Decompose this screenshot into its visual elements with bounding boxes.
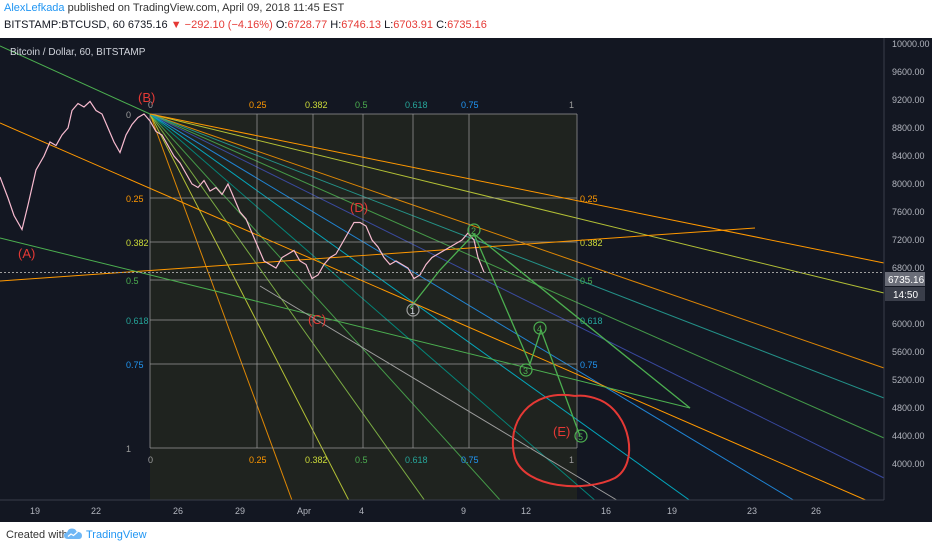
- time-tick-label: 19: [667, 506, 677, 516]
- tradingview-cloud-icon: [64, 528, 82, 539]
- symbol: BITSTAMP:BTCUSD, 60: [4, 19, 125, 31]
- gann-right-level: 0.75: [580, 360, 598, 370]
- gann-bottom-level: 0.382: [305, 455, 328, 465]
- price-tick-label: 8400.00: [892, 151, 925, 161]
- time-tick-label: 23: [747, 506, 757, 516]
- last-price: 6735.16: [127, 19, 168, 31]
- price-tick-label: 10000.00: [892, 39, 930, 49]
- tradingview-link[interactable]: TradingView: [86, 529, 147, 541]
- gann-left-level: 0.618: [126, 316, 149, 326]
- price-tick-label: 4800.00: [892, 403, 925, 413]
- chart-header: AlexLefkada published on TradingView.com…: [0, 0, 932, 38]
- price-tick-label: 5600.00: [892, 347, 925, 357]
- gann-left-level: 0.75: [126, 360, 144, 370]
- wave-label: 5: [578, 432, 583, 442]
- price-change: −292.10 (−4.16%): [184, 19, 273, 31]
- low-value: 6703.91: [393, 19, 434, 31]
- elliott-label: (B): [138, 90, 155, 105]
- gann-bottom-level: 1: [569, 455, 574, 465]
- current-time-label: 14:50: [893, 290, 918, 301]
- gann-top-level: 1: [569, 100, 574, 110]
- published-text: published on TradingView.com, April 09, …: [67, 2, 345, 14]
- wave-label: 2: [471, 226, 476, 236]
- elliott-label: (C): [308, 312, 326, 327]
- price-chart[interactable]: 0 0 0.25 0.25 0.382 0.382 0.5 0.5 0.618 0.618 0.75…: [0, 38, 932, 523]
- price-tick-label: 4400.00: [892, 431, 925, 441]
- time-tick-label: 26: [811, 506, 821, 516]
- current-price-label: 6735.16: [888, 275, 925, 286]
- time-tick-label: 26: [173, 506, 183, 516]
- price-tick-label: 5200.00: [892, 375, 925, 385]
- time-tick-label: 12: [521, 506, 531, 516]
- wave-label: 3: [523, 366, 528, 376]
- price-tick-label: 8000.00: [892, 179, 925, 189]
- time-tick-label: 4: [359, 506, 364, 516]
- gann-left-level: 0.382: [126, 238, 149, 248]
- gann-bottom-level: 0.618: [405, 455, 428, 465]
- price-tick-label: 6800.00: [892, 263, 925, 273]
- price-tick-label: 9600.00: [892, 67, 925, 77]
- high-label: H:: [330, 19, 342, 31]
- down-arrow-icon: ▼: [170, 19, 182, 31]
- gann-right-level: 0.618: [580, 316, 603, 326]
- gann-bottom-level: 0.5: [355, 455, 368, 465]
- wave-label: 1: [410, 306, 415, 316]
- price-tick-label: 6000.00: [892, 319, 925, 329]
- gann-top-level: 0.25: [249, 100, 267, 110]
- price-tick-label: 4000.00: [892, 459, 925, 469]
- gann-left-level: 0.5: [126, 276, 139, 286]
- footer: Created with TradingView: [0, 522, 932, 550]
- chart-title: Bitcoin / Dollar, 60, BITSTAMP: [10, 47, 146, 58]
- gann-right-level: 0.25: [580, 194, 598, 204]
- publish-info: AlexLefkada published on TradingView.com…: [4, 2, 344, 14]
- gann-top-level: 0.382: [305, 100, 328, 110]
- time-tick-label: 9: [461, 506, 466, 516]
- time-tick-label: Apr: [297, 506, 311, 516]
- price-tick-label: 9200.00: [892, 95, 925, 105]
- gann-right-level: 0.5: [580, 276, 593, 286]
- gann-bottom-level: 0.75: [461, 455, 479, 465]
- elliott-label: (E): [553, 424, 570, 439]
- gann-left-level: 0.25: [126, 194, 144, 204]
- chart-area[interactable]: 0 0 0.25 0.25 0.382 0.382 0.5 0.5 0.618 0.618 0.75…: [0, 38, 932, 523]
- gann-top-level: 0.618: [405, 100, 428, 110]
- close-label: C:: [436, 19, 448, 31]
- time-tick-label: 16: [601, 506, 611, 516]
- symbol-quote: BITSTAMP:BTCUSD, 60 6735.16 ▼ −292.10 (−…: [4, 19, 487, 31]
- gann-left-level: 1: [126, 444, 131, 454]
- close-value: 6735.16: [447, 19, 487, 31]
- time-tick-label: 29: [235, 506, 245, 516]
- high-value: 6746.13: [341, 19, 382, 31]
- wave-label: 4: [537, 324, 542, 334]
- open-value: 6728.77: [287, 19, 328, 31]
- gann-bottom-level: 0.25: [249, 455, 267, 465]
- elliott-label: (D): [350, 200, 368, 215]
- price-tick-label: 7200.00: [892, 235, 925, 245]
- open-label: O:: [275, 19, 288, 31]
- low-label: L:: [384, 19, 394, 31]
- time-tick-label: 22: [91, 506, 101, 516]
- created-with-text: Created with: [6, 529, 68, 541]
- gann-top-level: 0.75: [461, 100, 479, 110]
- gann-bottom-level: 0: [148, 455, 153, 465]
- gann-top-level: 0.5: [355, 100, 368, 110]
- elliott-label: (A): [18, 246, 35, 261]
- gann-left-level: 0: [126, 110, 131, 120]
- author-link[interactable]: AlexLefkada: [4, 2, 65, 14]
- price-tick-label: 7600.00: [892, 207, 925, 217]
- time-tick-label: 19: [30, 506, 40, 516]
- price-tick-label: 8800.00: [892, 123, 925, 133]
